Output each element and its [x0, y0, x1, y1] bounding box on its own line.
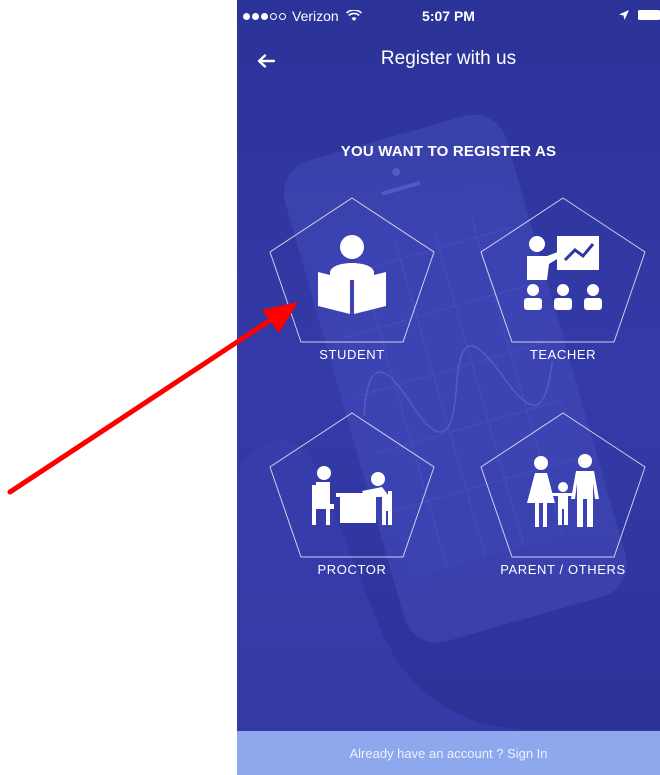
battery-icon: [638, 10, 660, 20]
signin-footer-button[interactable]: Already have an account ? Sign In: [237, 731, 660, 775]
page-title: Register with us: [380, 48, 517, 69]
status-bar: Verizon 5:07 PM: [237, 0, 660, 38]
role-teacher[interactable]: TEACHER: [478, 195, 648, 395]
proctor-desk-icon: [312, 466, 392, 525]
role-proctor[interactable]: PROCTOR: [267, 410, 437, 610]
role-label-parent-others: PARENT / OTHERS: [500, 562, 626, 577]
status-right: [618, 9, 660, 21]
role-parent-others[interactable]: PARENT / OTHERS: [478, 410, 648, 610]
family-icon: [527, 454, 599, 527]
role-student[interactable]: STUDENT: [267, 195, 437, 395]
location-arrow-icon: [619, 10, 629, 20]
screenshot-stage: Verizon 5:07 PM Register with us YOU WAN…: [0, 0, 660, 775]
role-label-proctor: PROCTOR: [317, 562, 387, 577]
teacher-board-icon: [524, 236, 602, 310]
role-label-student: STUDENT: [319, 347, 385, 362]
student-reading-icon: [318, 235, 386, 314]
role-label-teacher: TEACHER: [529, 347, 597, 362]
status-time: 5:07 PM: [422, 8, 475, 24]
phone-screen: Verizon 5:07 PM Register with us YOU WAN…: [237, 0, 660, 775]
register-prompt: YOU WANT TO REGISTER AS: [340, 143, 557, 160]
navbar: Register with us: [237, 38, 660, 84]
